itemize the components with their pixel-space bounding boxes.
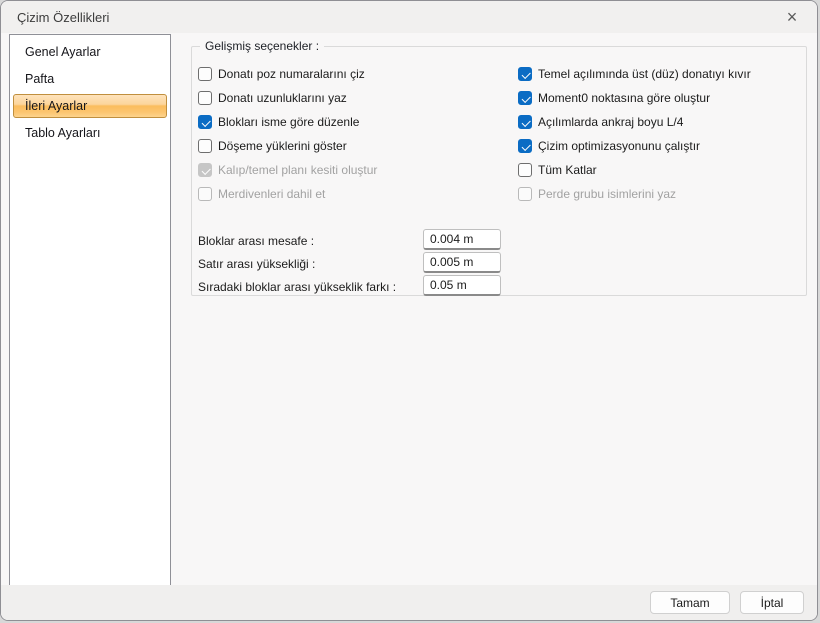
checkbox-box [518,67,532,81]
ok-button[interactable]: Tamam [650,591,730,614]
checkbox-label: Çizim optimizasyonunu çalıştır [538,139,700,153]
groupbox-title: Gelişmiş seçenekler : [200,39,324,53]
window-title: Çizim Özellikleri [17,10,777,25]
close-icon[interactable]: × [777,5,807,29]
checkbox-box [198,187,212,201]
checkbox-column-left: Donatı poz numaralarını çiz Donatı uzunl… [198,67,518,211]
checkbox-label: Moment0 noktasına göre oluştur [538,91,710,105]
checkbox-moment0-noktasina-gore-olustur[interactable]: Moment0 noktasına göre oluştur [518,91,751,105]
checkbox-columns: Donatı poz numaralarını çiz Donatı uzunl… [198,67,800,211]
cancel-button[interactable]: İptal [740,591,804,614]
advanced-options-groupbox: Gelişmiş seçenekler : Donatı poz numaral… [191,46,807,296]
checkbox-label: Merdivenleri dahil et [218,187,325,201]
sidebar-item-pafta[interactable]: Pafta [13,67,167,91]
checkbox-merdivenleri-dahil-et: Merdivenleri dahil et [198,187,518,201]
sidebar-item-label: Genel Ayarlar [25,45,101,59]
titlebar: Çizim Özellikleri × [1,1,817,33]
footer: Tamam İptal [1,585,817,620]
checkbox-label: Blokları isme göre düzenle [218,115,359,129]
checkbox-box [518,115,532,129]
checkbox-label: Açılımlarda ankraj boyu L/4 [538,115,683,129]
checkbox-column-right: Temel açılımında üst (düz) donatıyı kıvı… [518,67,751,211]
field-label: Bloklar arası mesafe : [198,234,314,248]
checkbox-box [198,67,212,81]
sidebar-item-genel-ayarlar[interactable]: Genel Ayarlar [13,40,167,64]
checkbox-box [198,115,212,129]
checkbox-label: Tüm Katlar [538,163,597,177]
checkbox-label: Kalıp/temel planı kesiti oluştur [218,163,377,177]
sidebar-item-ileri-ayarlar[interactable]: İleri Ayarlar [13,94,167,118]
satir-arasi-yuksekligi-input[interactable] [423,252,501,273]
sidebar-item-tablo-ayarlari[interactable]: Tablo Ayarları [13,121,167,145]
bloklar-arasi-mesafe-input[interactable] [423,229,501,250]
checkbox-cizim-optimizasyonunu-calistir[interactable]: Çizim optimizasyonunu çalıştır [518,139,751,153]
checkbox-box [518,163,532,177]
field-label: Satır arası yüksekliği : [198,257,315,271]
drawing-properties-dialog: Çizim Özellikleri × Genel Ayarlar Pafta … [0,0,818,621]
field-satir-arasi-yuksekligi: Satır arası yüksekliği : [198,252,800,275]
checkbox-acilimlarda-ankraj-boyu[interactable]: Açılımlarda ankraj boyu L/4 [518,115,751,129]
checkbox-box [198,163,212,177]
checkbox-label: Donatı poz numaralarını çiz [218,67,365,81]
checkbox-box [518,91,532,105]
checkbox-temel-acilimda-ust-donatiyi-kivir[interactable]: Temel açılımında üst (düz) donatıyı kıvı… [518,67,751,81]
checkbox-box [518,187,532,201]
checkbox-box [198,139,212,153]
siradaki-bloklar-yukseklik-farki-input[interactable] [423,275,501,296]
checkbox-tum-katlar[interactable]: Tüm Katlar [518,163,751,177]
checkbox-label: Döşeme yüklerini göster [218,139,347,153]
checkbox-kalip-temel-plani-kesiti-olustur: Kalıp/temel planı kesiti oluştur [198,163,518,177]
checkbox-doseme-yuklerini-goster[interactable]: Döşeme yüklerini göster [198,139,518,153]
checkbox-donati-uzunluklarini-yaz[interactable]: Donatı uzunluklarını yaz [198,91,518,105]
checkbox-bloklari-isme-gore-duzenle[interactable]: Blokları isme göre düzenle [198,115,518,129]
field-siradaki-bloklar-yukseklik-farki: Sıradaki bloklar arası yükseklik farkı : [198,275,800,298]
sidebar-item-label: Tablo Ayarları [25,126,101,140]
checkbox-donati-poz-numaralarini-ciz[interactable]: Donatı poz numaralarını çiz [198,67,518,81]
checkbox-box [198,91,212,105]
sidebar-item-label: İleri Ayarlar [25,99,87,113]
checkbox-label: Perde grubu isimlerini yaz [538,187,676,201]
field-bloklar-arasi-mesafe: Bloklar arası mesafe : [198,229,800,252]
sidebar: Genel Ayarlar Pafta İleri Ayarlar Tablo … [9,34,171,588]
spacing-fields: Bloklar arası mesafe : Satır arası yükse… [198,229,800,298]
dialog-body: Genel Ayarlar Pafta İleri Ayarlar Tablo … [1,33,817,589]
checkbox-box [518,139,532,153]
checkbox-label: Temel açılımında üst (düz) donatıyı kıvı… [538,67,751,81]
checkbox-label: Donatı uzunluklarını yaz [218,91,347,105]
sidebar-item-label: Pafta [25,72,54,86]
checkbox-perde-grubu-isimlerini-yaz: Perde grubu isimlerini yaz [518,187,751,201]
field-label: Sıradaki bloklar arası yükseklik farkı : [198,280,396,294]
